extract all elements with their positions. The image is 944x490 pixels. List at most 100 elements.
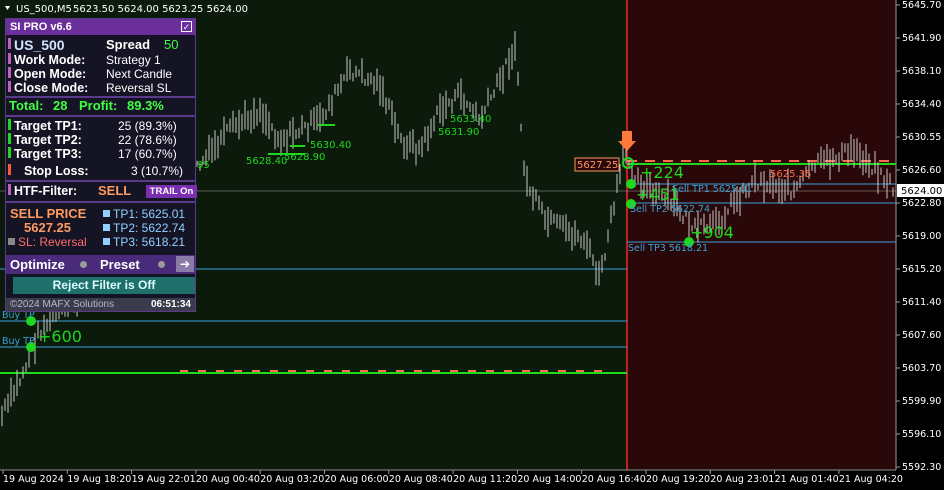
- prev-signal-label: 5628.40: [246, 156, 287, 167]
- price-tick-label: 5596.10: [902, 429, 941, 440]
- points-label: +904: [690, 223, 734, 242]
- row-marker: [8, 67, 11, 78]
- htf-value: SELL: [98, 183, 132, 198]
- copyright-text: ©2024 MAFX Solutions: [10, 299, 115, 310]
- tp-square-icon: [103, 224, 110, 231]
- price-tick-label: 5619.00: [902, 231, 941, 242]
- price-tick-label: 5634.40: [902, 99, 941, 110]
- divider: [6, 201, 195, 203]
- prev-signal-label: 5628.90: [284, 152, 325, 163]
- open-mode-value: Next Candle: [106, 67, 173, 81]
- row-marker: [8, 38, 11, 49]
- open-mode-label: Open Mode:: [14, 67, 87, 81]
- panel-title[interactable]: SI PRO v6.6: [6, 19, 195, 35]
- optimize-dot-icon: [80, 261, 87, 268]
- price-tick-label: 5630.55: [902, 132, 941, 143]
- tp3-value: 17 (60.7%): [118, 147, 177, 161]
- reject-filter-button[interactable]: Reject Filter is Off: [13, 277, 195, 294]
- si-pro-panel: SI PRO v6.6 ✓ US_500 Spread 50 Work Mode…: [5, 18, 197, 312]
- price-tick-label: 5641.90: [902, 33, 941, 44]
- spread-value: 50: [164, 37, 179, 52]
- row-marker: [8, 81, 11, 92]
- checkbox-icon[interactable]: ✓: [181, 21, 192, 32]
- time-tick-label: 19 Aug 18:20: [67, 474, 131, 485]
- spread-label: Spread: [106, 37, 151, 52]
- tp1-label: Target TP1:: [14, 119, 82, 133]
- sell-price-label: SELL PRICE: [10, 206, 87, 221]
- close-mode-value: Reversal SL: [106, 81, 172, 95]
- prev-signal-label: 5631.90: [438, 127, 479, 138]
- price-tick-label: 5592.30: [902, 462, 941, 473]
- time-tick-label: 19 Aug 2024: [3, 474, 64, 485]
- price-tick-label: 5611.40: [902, 297, 941, 308]
- time-tick-label: 19 Aug 22:01: [132, 474, 196, 485]
- buy-tp-label: Buy TP: [2, 336, 35, 347]
- tp2-line-label: Sell TP2 5622.74: [630, 204, 710, 215]
- time-tick-label: 20 Aug 16:40: [582, 474, 646, 485]
- trail-button[interactable]: TRAIL On: [146, 185, 197, 198]
- preset-dot-icon: [158, 261, 165, 268]
- time-tick-label: 20 Aug 14:00: [517, 474, 581, 485]
- tp3-label: Target TP3:: [14, 147, 82, 161]
- sl-price-tag: 5625.35: [770, 169, 811, 180]
- tp2-price: TP2: 5622.74: [113, 221, 186, 235]
- tp1-hit-marker: [626, 179, 636, 189]
- price-tick-label: 5645.70: [902, 0, 941, 11]
- tp1-price: TP1: 5625.01: [113, 207, 186, 221]
- sl-mode: SL: Reversal: [18, 235, 87, 249]
- current-price-label: 5624.00: [901, 186, 942, 197]
- points-label: +451: [636, 185, 680, 204]
- sl-square-icon: [8, 238, 15, 245]
- points-label: +600: [38, 327, 82, 346]
- profit-value: 89.3%: [127, 98, 164, 113]
- price-tick-label: 5638.10: [902, 66, 941, 77]
- panel-footer: ©2024 MAFX Solutions 06:51:34: [6, 298, 195, 311]
- tp2-value: 22 (78.6%): [118, 133, 177, 147]
- prev-signal-label: 5630.40: [310, 140, 351, 151]
- time-tick-label: 20 Aug 08:40: [389, 474, 453, 485]
- tp-square-icon: [103, 238, 110, 245]
- entry-price-tag: 5627.25: [577, 160, 618, 171]
- optimize-button[interactable]: Optimize: [10, 257, 65, 272]
- total-label: Total:: [9, 98, 44, 113]
- work-mode-value: Strategy 1: [106, 53, 161, 67]
- profit-label: Profit:: [79, 98, 118, 113]
- tp1-line-label: Sell TP1 5625.01: [672, 184, 752, 195]
- price-tick-label: 5603.70: [902, 363, 941, 374]
- htf-label: HTF-Filter:: [14, 184, 78, 198]
- row-marker: [8, 147, 11, 158]
- row-marker: [8, 133, 11, 144]
- time-tick-label: 20 Aug 00:40: [196, 474, 260, 485]
- divider: [6, 115, 195, 117]
- tp3-line-label: Sell TP3 5618.21: [628, 243, 708, 254]
- ohlc-readout: 5623.50 5624.00 5623.25 5624.00: [73, 4, 248, 15]
- time-tick-label: 20 Aug 19:20: [646, 474, 710, 485]
- time-tick-label: 20 Aug 23:01: [710, 474, 774, 485]
- total-value: 28: [53, 98, 68, 113]
- price-axis[interactable]: 5645.70 5641.90 5638.10 5634.40 5630.55 5626.…: [896, 0, 941, 473]
- time-tick-label: 20 Aug 06:00: [325, 474, 389, 485]
- time-tick-label: 21 Aug 01:40: [775, 474, 839, 485]
- tp1-value: 25 (89.3%): [118, 119, 177, 133]
- divider: [6, 180, 195, 182]
- preset-button[interactable]: Preset: [100, 257, 140, 272]
- price-tick-label: 5622.80: [902, 198, 941, 209]
- time-tick-label: 20 Aug 03:20: [260, 474, 324, 485]
- sl-label: Stop Loss:: [24, 164, 89, 178]
- price-tick-label: 5607.60: [902, 330, 941, 341]
- close-mode-label: Close Mode:: [14, 81, 89, 95]
- time-tick-label: 20 Aug 11:20: [453, 474, 517, 485]
- tp3-price: TP3: 5618.21: [113, 235, 186, 249]
- sl-value: 3 (10.7%): [131, 164, 184, 178]
- timer: 06:51:34: [150, 299, 191, 310]
- row-marker: [8, 164, 11, 175]
- button-row: Optimize Preset ➔: [6, 255, 195, 274]
- price-tick-label: 5626.60: [902, 165, 941, 176]
- time-tick-label: 21 Aug 04:20: [839, 474, 903, 485]
- row-marker: [8, 53, 11, 64]
- next-arrow-icon[interactable]: ➔: [176, 256, 194, 272]
- active-zone-bg: [627, 0, 897, 470]
- points-label: +224: [640, 163, 684, 182]
- price-tick-label: 5599.90: [902, 396, 941, 407]
- sell-price-value: 5627.25: [24, 220, 71, 235]
